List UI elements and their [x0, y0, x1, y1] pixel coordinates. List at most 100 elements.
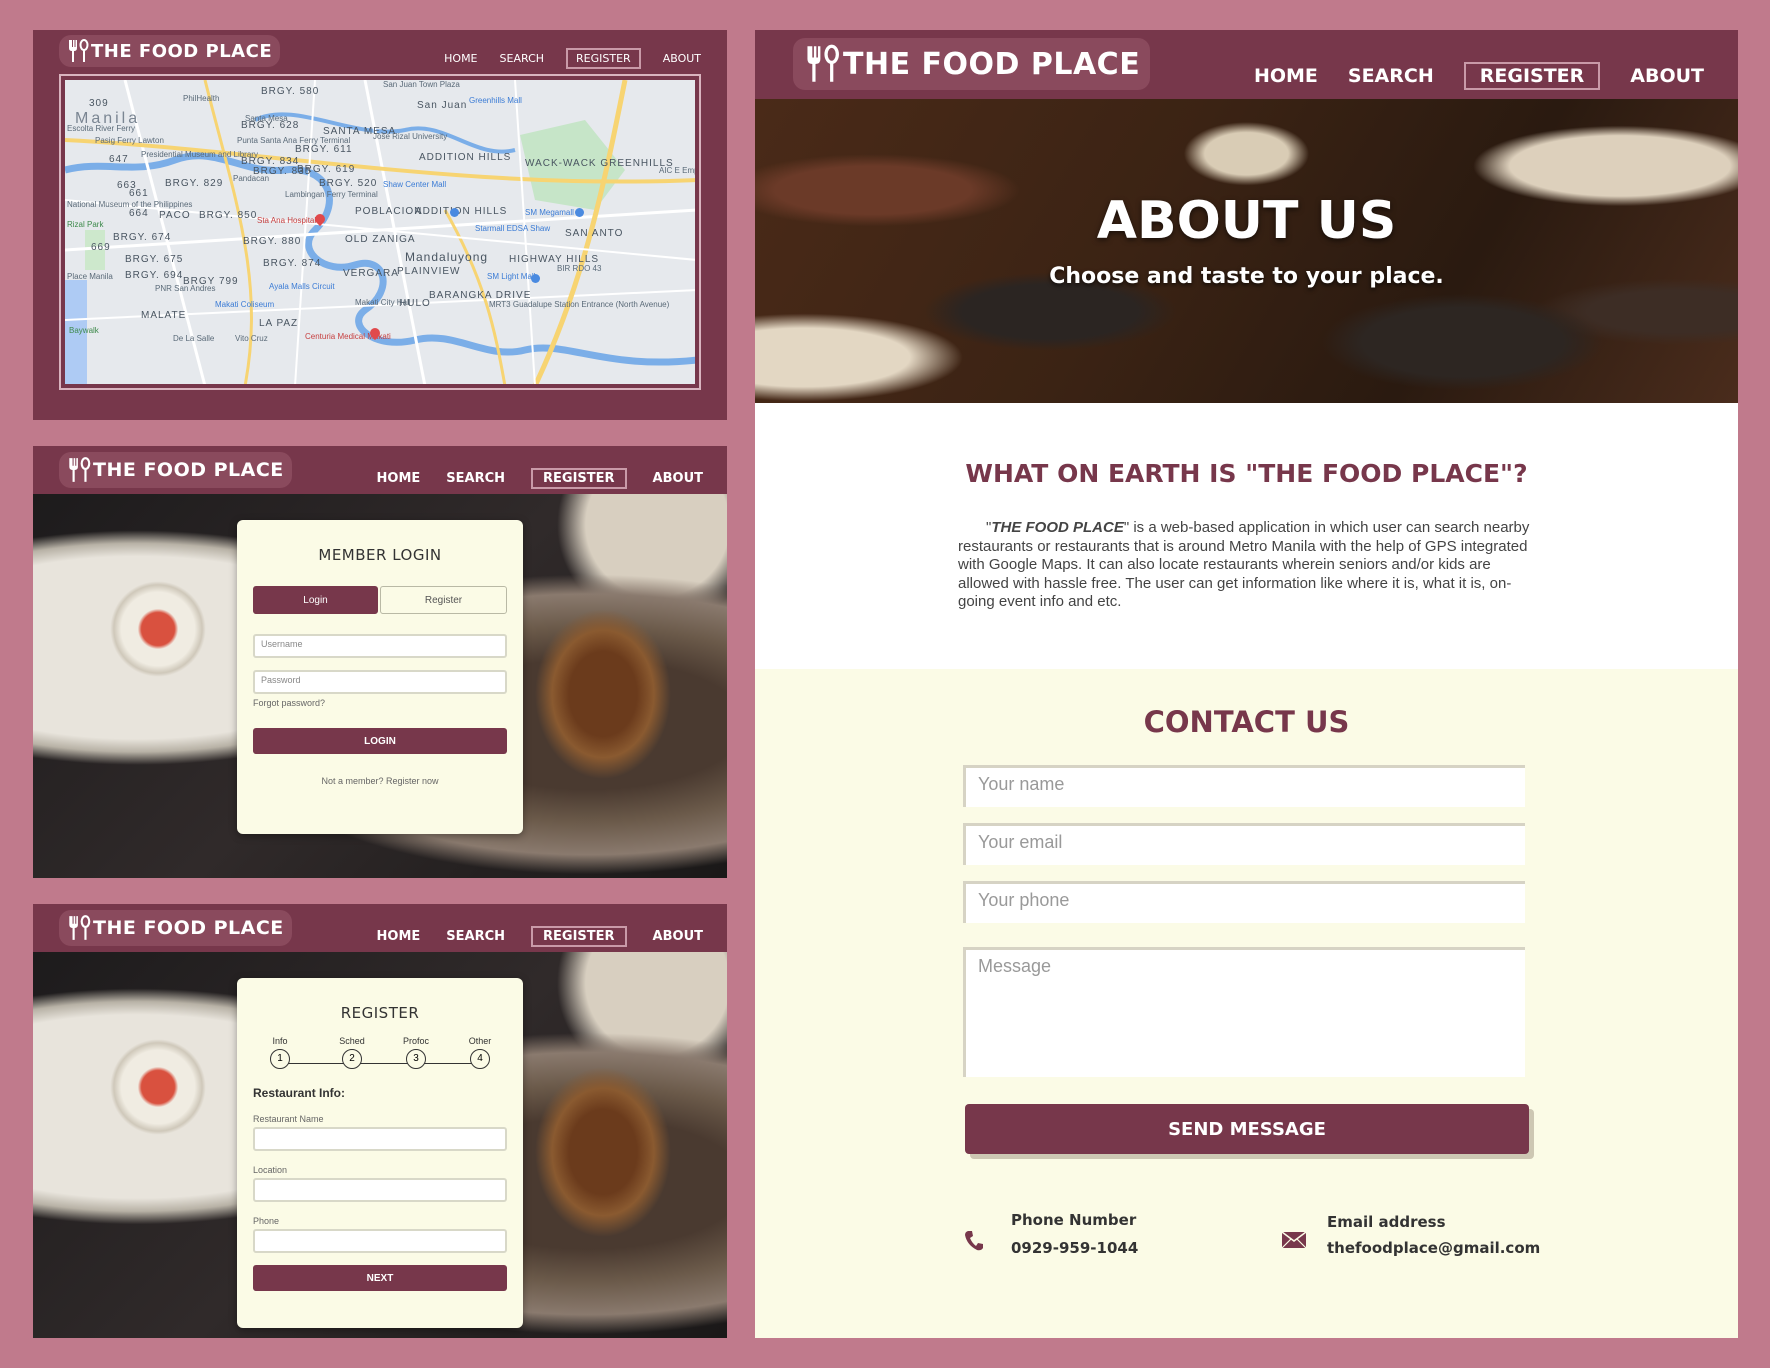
step-number: 3	[406, 1049, 426, 1069]
step-number: 4	[470, 1049, 490, 1069]
nav-menu: HOME SEARCH REGISTER ABOUT	[444, 48, 701, 69]
brand-logo[interactable]: THE FOOD PLACE	[793, 38, 1151, 90]
nav-register[interactable]: REGISTER	[531, 926, 627, 947]
map-pin-icon[interactable]	[450, 208, 459, 217]
phone-label: Phone Number	[1011, 1211, 1137, 1229]
nav-about[interactable]: ABOUT	[1630, 65, 1704, 87]
tab-register[interactable]: Register	[380, 586, 507, 614]
map-label: Makati Coliseum	[215, 300, 275, 309]
step-2[interactable]: Sched 2	[329, 1036, 375, 1069]
map-label: 647	[109, 154, 129, 165]
phone-icon	[965, 1231, 983, 1251]
email-label: Email address	[1327, 1213, 1446, 1231]
nav-about[interactable]: ABOUT	[653, 471, 703, 486]
nav-search[interactable]: SEARCH	[1348, 65, 1434, 87]
nav-search[interactable]: SEARCH	[446, 471, 505, 486]
nav-register[interactable]: REGISTER	[566, 48, 641, 69]
map-label: 309	[89, 98, 109, 109]
send-message-button[interactable]: SEND MESSAGE	[965, 1104, 1529, 1154]
location-input[interactable]	[253, 1178, 507, 1202]
map-label: Starmall EDSA Shaw	[475, 224, 551, 233]
email-value: thefoodplace@gmail.com	[1327, 1239, 1541, 1257]
hero-banner: ABOUT US Choose and taste to your place.	[755, 99, 1738, 403]
step-3[interactable]: Profoc 3	[393, 1036, 439, 1069]
map-label: BRGY. 874	[263, 258, 322, 269]
map-label: VERGARA	[343, 268, 399, 279]
password-input[interactable]: Password	[253, 670, 507, 694]
map-label: BRGY 799	[183, 276, 239, 287]
register-title: REGISTER	[340, 1004, 420, 1022]
map-label: San Juan	[417, 100, 468, 111]
nav-register[interactable]: REGISTER	[531, 468, 627, 489]
search-page-preview: THE FOOD PLACE HOME SEARCH REGISTER ABOU…	[33, 30, 727, 420]
mail-icon	[1281, 1231, 1307, 1249]
nav-register[interactable]: REGISTER	[1463, 62, 1601, 90]
login-title: MEMBER LOGIN	[318, 546, 442, 564]
map-label: SM Megamall	[525, 208, 574, 217]
step-label: Sched	[339, 1036, 365, 1046]
nav-home[interactable]: HOME	[377, 929, 421, 944]
google-map[interactable]: Manila San Juan SANTA MESA ADDITION HILL…	[65, 80, 695, 384]
nav-home[interactable]: HOME	[377, 471, 421, 486]
map-pin-icon[interactable]	[575, 208, 584, 217]
step-4[interactable]: Other 4	[457, 1036, 503, 1069]
fork-spoon-icon	[69, 39, 89, 62]
phone-input[interactable]	[253, 1229, 507, 1253]
contact-heading: CONTACT US	[1143, 705, 1350, 739]
nav-search[interactable]: SEARCH	[446, 929, 505, 944]
map-label: BRGY. 675	[125, 254, 184, 265]
message-textarea[interactable]: Message	[963, 947, 1525, 1077]
name-input[interactable]: Your name	[963, 765, 1525, 807]
field-label: Phone	[253, 1216, 280, 1226]
login-tabs: Login Register	[253, 586, 507, 614]
map-label: WACK-WACK GREENHILLS	[525, 158, 674, 169]
hero-subtitle: Choose and taste to your place.	[1049, 264, 1444, 289]
map-label: BIR RDO 43	[557, 264, 602, 273]
phone-input[interactable]: Your phone	[963, 881, 1525, 923]
map-label: San Juan Town Plaza	[383, 80, 460, 89]
map-label: Place Manila	[67, 272, 113, 281]
hero-title: ABOUT US	[1096, 191, 1397, 251]
brand-name: THE FOOD PLACE	[843, 46, 1141, 82]
fork-spoon-icon	[69, 915, 91, 940]
map-label: Sta Ana Hospital	[257, 216, 317, 225]
nav-about[interactable]: ABOUT	[663, 52, 701, 65]
brand-logo[interactable]: THE FOOD PLACE	[59, 910, 292, 946]
map-label: OLD ZANIGA	[345, 234, 416, 245]
fork-spoon-icon	[807, 44, 839, 82]
step-number: 1	[270, 1049, 290, 1069]
brand-logo[interactable]: THE FOOD PLACE	[59, 35, 281, 67]
map-label: AIC E Emp	[659, 166, 695, 175]
forgot-password-link[interactable]: Forgot password?	[253, 698, 507, 708]
login-button[interactable]: LOGIN	[253, 728, 507, 754]
register-now-link[interactable]: Not a member? Register now	[237, 776, 523, 786]
brand-name: THE FOOD PLACE	[93, 917, 284, 939]
map-label: Vito Cruz	[235, 334, 268, 343]
next-button[interactable]: NEXT	[253, 1265, 507, 1291]
username-input[interactable]: Username	[253, 634, 507, 658]
nav-home[interactable]: HOME	[1254, 65, 1318, 87]
restaurant-name-input[interactable]	[253, 1127, 507, 1151]
nav-about[interactable]: ABOUT	[653, 929, 703, 944]
step-1[interactable]: Info 1	[257, 1036, 303, 1069]
brand-logo[interactable]: THE FOOD PLACE	[59, 452, 292, 488]
step-indicator: Info 1 Sched 2 Profoc 3 Other 4	[257, 1036, 503, 1076]
nav-home[interactable]: HOME	[444, 52, 477, 65]
map-label: Mandaluyong	[405, 250, 489, 264]
map-label: Lambingan Ferry Terminal	[285, 190, 378, 199]
email-input[interactable]: Your email	[963, 823, 1525, 865]
map-label: Ayala Malls Circuit	[269, 282, 335, 291]
brand-name: THE FOOD PLACE	[93, 459, 284, 481]
map-label: 664	[129, 208, 149, 219]
map-label: BRGY. 880	[243, 236, 302, 247]
tab-login[interactable]: Login	[253, 586, 378, 614]
section-heading: Restaurant Info:	[253, 1086, 346, 1100]
map-label: BRGY. 829	[165, 178, 224, 189]
nav-menu: HOME SEARCH REGISTER ABOUT	[1254, 62, 1704, 90]
register-card: REGISTER Info 1 Sched 2 Profoc 3 Other 4…	[237, 978, 523, 1328]
map-label: MALATE	[141, 310, 187, 321]
nav-search[interactable]: SEARCH	[500, 52, 545, 65]
map-pin-icon[interactable]	[531, 274, 540, 283]
brand-mention: THE FOOD PLACE	[991, 519, 1124, 536]
field-label: Location	[253, 1165, 288, 1175]
